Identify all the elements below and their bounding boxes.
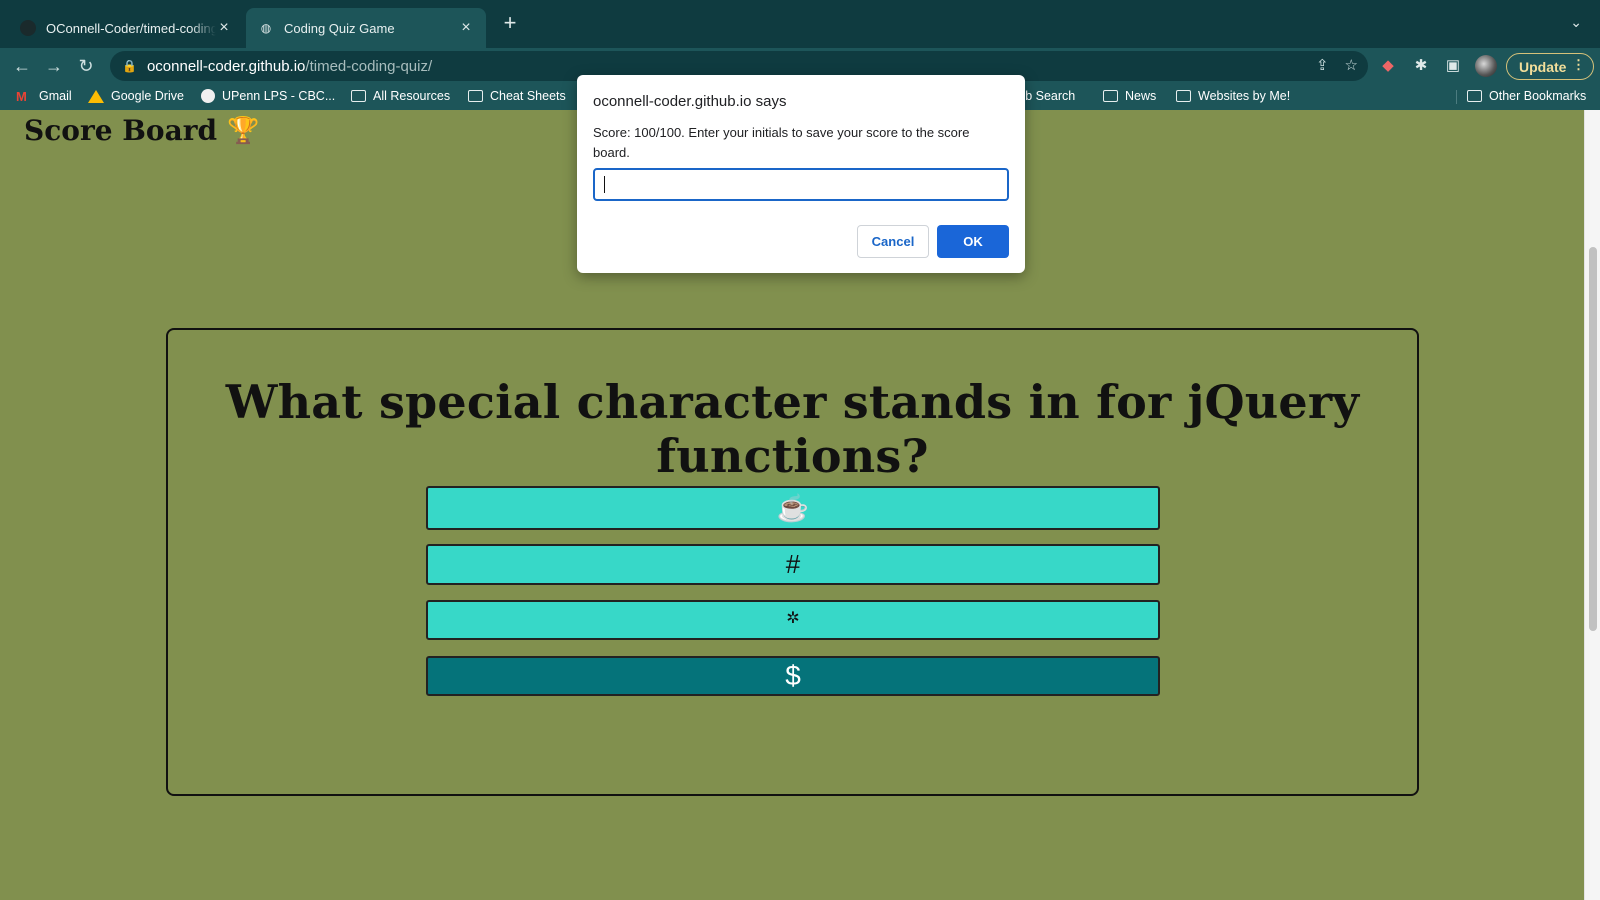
extension-icon[interactable]: ◆ <box>1378 56 1398 76</box>
trophy-icon: 🏆 <box>227 115 260 146</box>
new-tab-button[interactable]: + <box>498 12 522 36</box>
bookmark-upenn[interactable]: UPenn LPS - CBC... <box>201 89 335 103</box>
chevron-down-icon[interactable]: ⌄ <box>1570 14 1582 31</box>
reload-icon[interactable]: ↻ <box>74 54 98 78</box>
quiz-card: What special character stands in for jQu… <box>166 328 1419 796</box>
bookmark-google-drive[interactable]: Google Drive <box>88 89 184 103</box>
bookmark-label: News <box>1125 89 1157 103</box>
puzzle-icon[interactable]: ✱ <box>1411 56 1431 76</box>
bookmark-label: Cheat Sheets <box>490 89 566 103</box>
tab-title: Coding Quiz Game <box>284 20 395 36</box>
question-text: What special character stands in for jQu… <box>225 375 1360 483</box>
side-panel-icon[interactable]: ▣ <box>1443 56 1463 76</box>
more-icon[interactable]: ⋮ <box>1572 57 1585 73</box>
tab-strip: OConnell-Coder/timed-coding × ◍ Coding Q… <box>0 0 1600 48</box>
forward-icon[interactable]: → <box>42 54 66 78</box>
initials-input[interactable] <box>593 168 1009 201</box>
avatar[interactable] <box>1475 55 1497 77</box>
bookmark-all-resources[interactable]: All Resources <box>351 89 450 103</box>
answer-button-2[interactable]: # <box>426 544 1160 585</box>
bookmark-cheat-sheets[interactable]: Cheat Sheets <box>468 89 566 103</box>
bookmark-divider <box>1456 90 1457 104</box>
answer-button-4[interactable]: $ <box>426 656 1160 696</box>
bookmark-label: Google Drive <box>111 89 184 103</box>
bookmark-label: Websites by Me! <box>1198 89 1291 103</box>
answer-button-1[interactable]: ☕ <box>426 486 1160 530</box>
bookmark-other-bookmarks[interactable]: Other Bookmarks <box>1467 89 1586 103</box>
update-button[interactable]: Update ⋮ <box>1506 53 1594 80</box>
ok-button[interactable]: OK <box>937 225 1009 258</box>
text-caret <box>604 176 605 193</box>
dialog-message: Score: 100/100. Enter your initials to s… <box>593 125 970 160</box>
scrollbar[interactable] <box>1584 110 1600 900</box>
scoreboard-link[interactable]: Score Board 🏆 <box>24 114 259 147</box>
gmail-icon: M <box>16 89 27 104</box>
prompt-dialog: oconnell-coder.github.io says Score: 100… <box>577 75 1025 273</box>
globe-icon <box>201 89 215 103</box>
url-host: oconnell-coder.github.io <box>146 57 306 75</box>
lock-icon: 🔒 <box>122 59 137 73</box>
bookmark-label: UPenn LPS - CBC... <box>222 89 336 103</box>
url-path: /timed-coding-quiz/ <box>305 57 433 75</box>
folder-icon <box>1176 90 1191 102</box>
tab-title: OConnell-Coder/timed-coding <box>46 20 216 36</box>
bookmark-websites-by-me[interactable]: Websites by Me! <box>1176 89 1290 103</box>
cancel-button[interactable]: Cancel <box>857 225 929 258</box>
answer-button-3[interactable]: ✲ <box>426 600 1160 640</box>
drive-icon <box>88 89 104 103</box>
bookmark-label: Other Bookmarks <box>1489 89 1587 103</box>
share-icon[interactable]: ⇪ <box>1316 56 1329 74</box>
folder-icon <box>1467 90 1482 102</box>
scoreboard-label: Score Board <box>24 114 218 147</box>
bookmark-label: All Resources <box>373 89 451 103</box>
tab-github[interactable]: OConnell-Coder/timed-coding × <box>8 8 244 48</box>
globe-icon: ◍ <box>260 21 272 35</box>
tab-coding-quiz[interactable]: ◍ Coding Quiz Game × <box>246 8 486 48</box>
dialog-title: oconnell-coder.github.io says <box>593 93 787 110</box>
folder-icon <box>1103 90 1118 102</box>
scroll-thumb[interactable] <box>1589 247 1597 631</box>
back-icon[interactable]: ← <box>10 54 34 78</box>
bookmark-gmail[interactable]: M Gmail <box>16 89 72 104</box>
folder-icon <box>468 90 483 102</box>
bookmark-news[interactable]: News <box>1103 89 1156 103</box>
star-icon[interactable]: ☆ <box>1345 56 1358 74</box>
bookmark-label: Gmail <box>39 89 72 103</box>
folder-icon <box>351 90 366 102</box>
close-icon[interactable]: × <box>458 19 474 37</box>
close-icon[interactable]: × <box>216 19 232 37</box>
github-icon <box>20 20 36 36</box>
update-label: Update <box>1519 58 1567 75</box>
